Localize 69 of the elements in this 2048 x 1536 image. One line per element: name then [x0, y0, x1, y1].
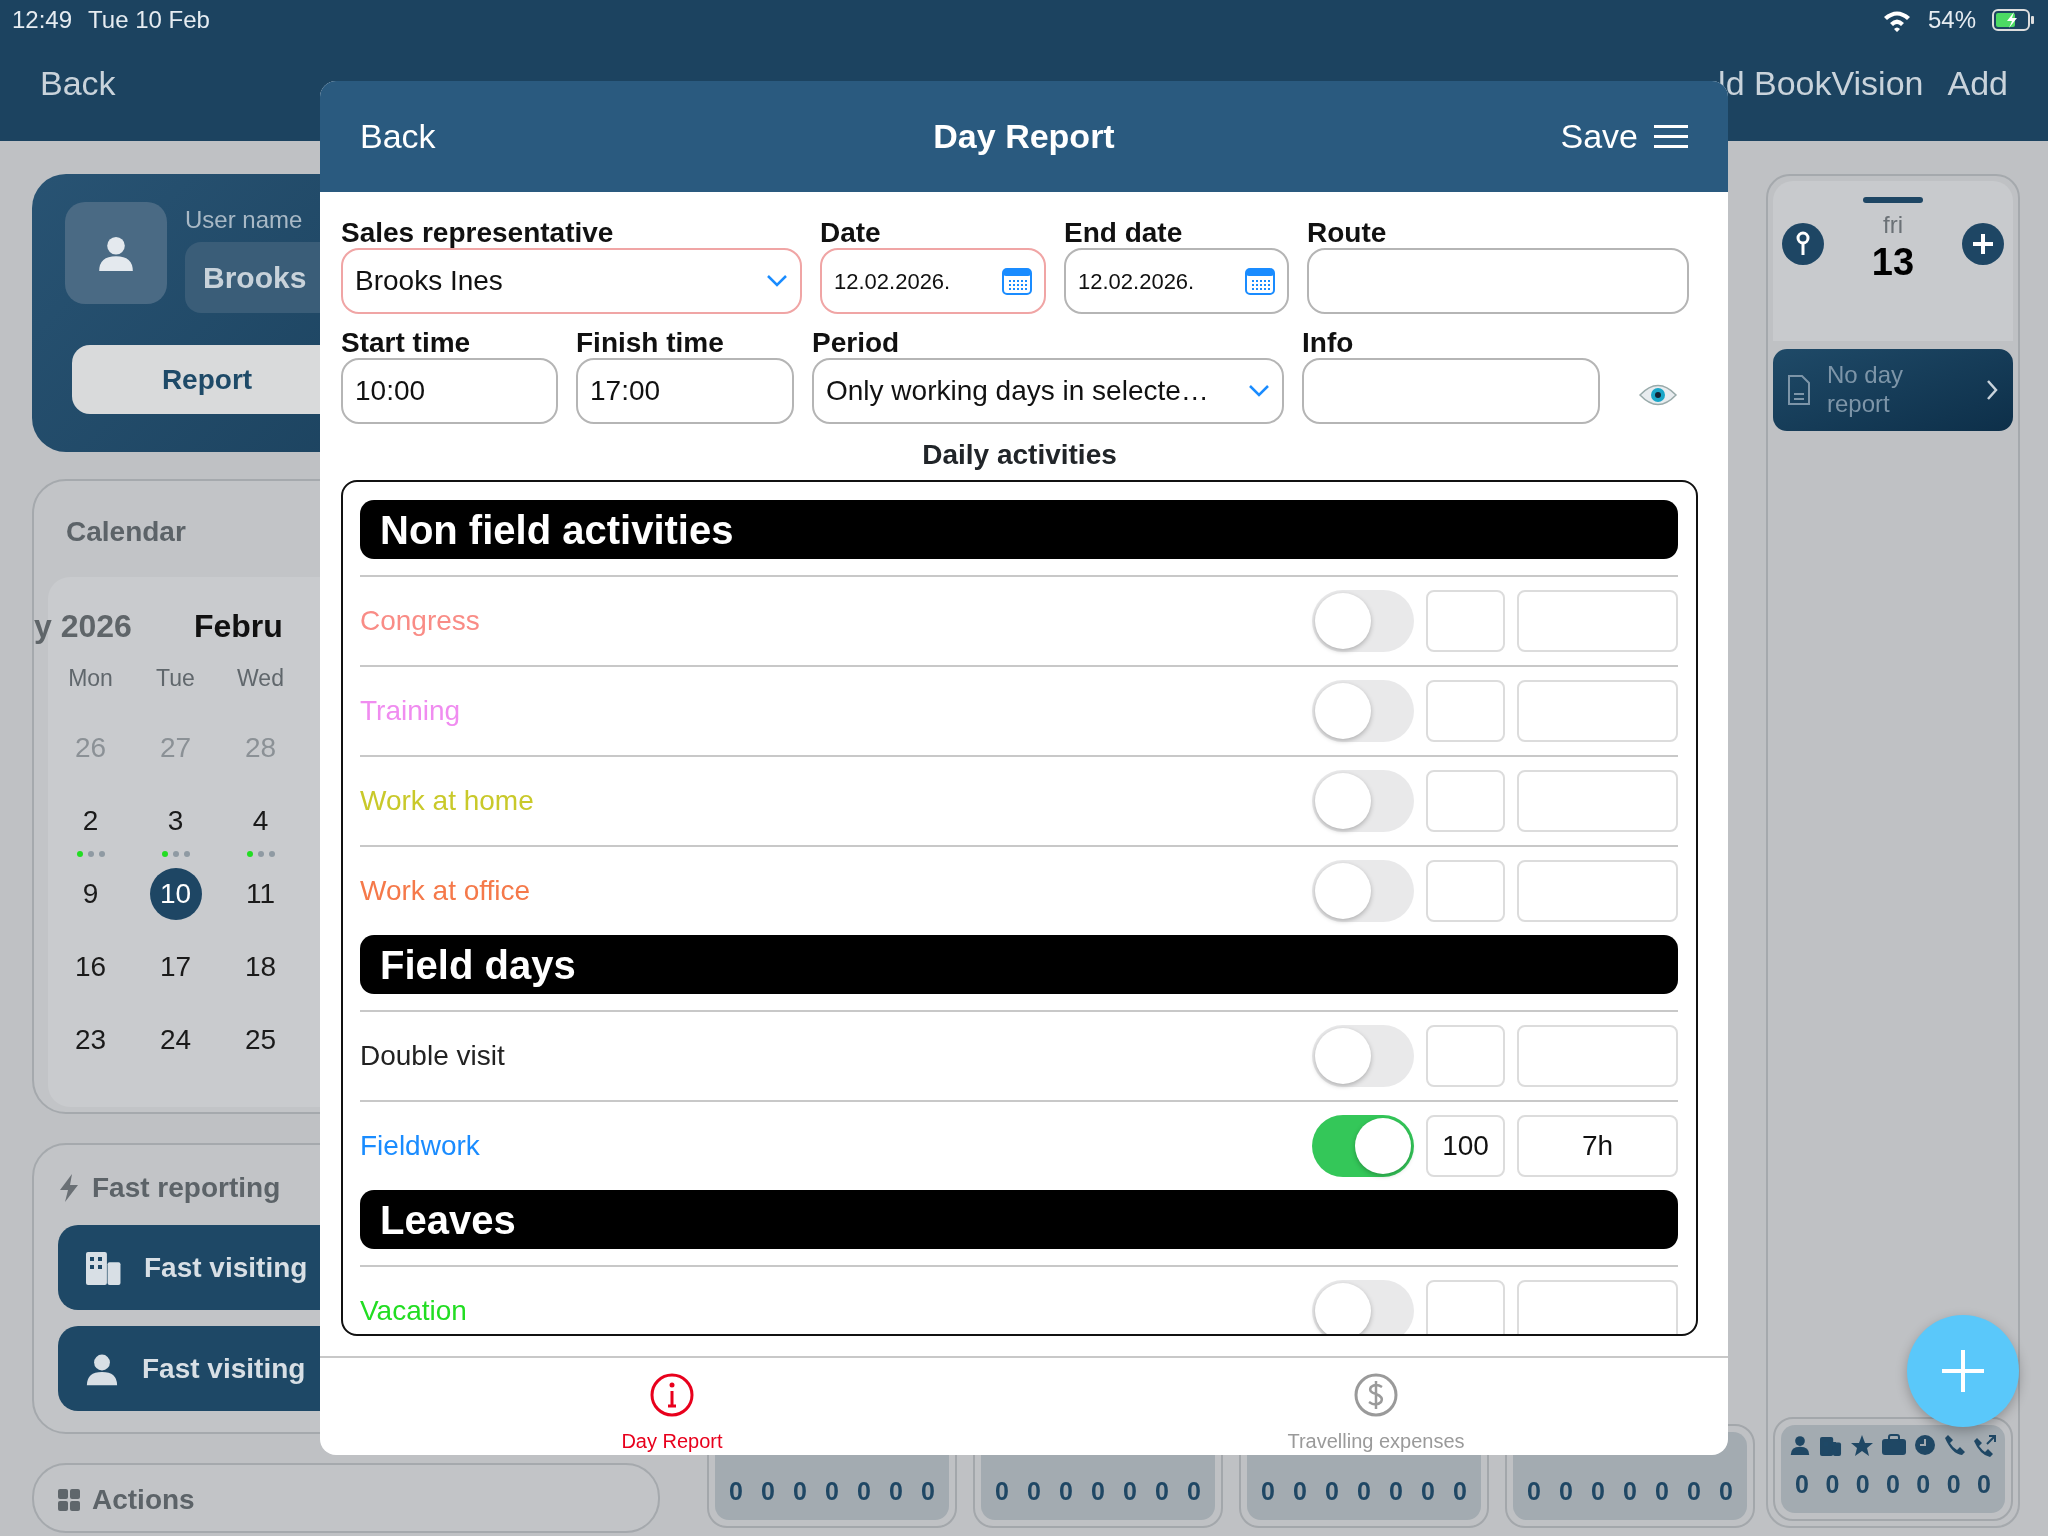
fast-reporting-title: Fast reporting — [91, 1171, 281, 1205]
counter-value: 0 — [1260, 1475, 1276, 1507]
counter-value: 0 — [1854, 1468, 1871, 1500]
counter-value: 0 — [1590, 1475, 1606, 1507]
field-label: Route — [1307, 216, 1387, 248]
counter-value: 0 — [1945, 1468, 1962, 1500]
field-label: Period — [812, 326, 900, 358]
counter-value: 0 — [824, 1475, 840, 1507]
counter-value: 0 — [792, 1475, 808, 1507]
counter-value: 0 — [1558, 1475, 1574, 1507]
activity-label: Training — [360, 694, 462, 728]
calendar-title: Calendar — [65, 515, 186, 549]
counter-value: 0 — [1292, 1475, 1308, 1507]
weekday-label: fri — [1883, 210, 1903, 240]
counter-value: 0 — [1824, 1468, 1841, 1500]
activity-label: Work at office — [360, 874, 532, 908]
battery-percent: 54% — [1927, 5, 1976, 35]
field-label: Sales representative — [341, 216, 614, 248]
weekday-label: Wed — [236, 664, 285, 693]
counter-value: 0 — [728, 1475, 744, 1507]
counter-value: 0 — [1420, 1475, 1436, 1507]
field-label: End date — [1064, 216, 1183, 248]
section-header: Leaves — [360, 1190, 1678, 1249]
actions-title: Actions — [91, 1483, 195, 1517]
status-time: 12:49 — [12, 5, 73, 35]
field-label: Date — [820, 216, 881, 248]
activity-label: Vacation — [360, 1294, 468, 1328]
counter-value: 0 — [1452, 1475, 1468, 1507]
field-label: Info — [1302, 326, 1354, 358]
counter-value: 0 — [1154, 1475, 1170, 1507]
activity-label: Congress — [360, 604, 481, 638]
counter-value: 0 — [1686, 1475, 1702, 1507]
activity-label: Double visit — [360, 1039, 506, 1073]
counter-value: 0 — [856, 1475, 872, 1507]
counter-value: 0 — [1976, 1468, 1992, 1500]
counter-value: 0 — [1090, 1475, 1106, 1507]
counter-value: 0 — [888, 1475, 904, 1507]
activity-label: Work at home — [360, 784, 535, 818]
counter-value: 0 — [1122, 1475, 1138, 1507]
counter-value: 0 — [1356, 1475, 1372, 1507]
section-header: Field days — [360, 935, 1678, 994]
counter-value: 0 — [1718, 1475, 1734, 1507]
activity-label: Fieldwork — [360, 1129, 481, 1163]
month-label: Febru — [193, 607, 283, 646]
counter-value: 0 — [1526, 1475, 1542, 1507]
status-date: Tue 10 Feb — [88, 5, 210, 35]
field-label: Finish time — [576, 326, 724, 358]
section-header: Non field activities — [360, 500, 1678, 559]
month-label: y 2026 — [34, 607, 132, 646]
weekday-label: Mon — [67, 664, 114, 693]
counter-value: 0 — [1622, 1475, 1638, 1507]
section-title: Daily activities — [921, 438, 1118, 472]
day-number: 13 — [1871, 243, 1915, 281]
counter-value: 0 — [1794, 1468, 1810, 1500]
counter-value: 0 — [1026, 1475, 1042, 1507]
weekday-label: Tue — [155, 664, 196, 693]
dialog-title: Day Report — [933, 117, 1115, 155]
counter-value: 0 — [760, 1475, 776, 1507]
counter-value: 0 — [1186, 1475, 1202, 1507]
field-label: Start time — [341, 326, 471, 358]
counter-value: 0 — [920, 1475, 936, 1507]
counter-value: 0 — [1915, 1468, 1932, 1500]
counter-value: 0 — [1324, 1475, 1340, 1507]
counter-value: 0 — [1058, 1475, 1074, 1507]
counter-value: 0 — [1654, 1475, 1670, 1507]
user-name-label: User name — [185, 205, 303, 235]
counter-value: 0 — [994, 1475, 1010, 1507]
counter-value: 0 — [1885, 1468, 1901, 1500]
counter-value: 0 — [1388, 1475, 1404, 1507]
